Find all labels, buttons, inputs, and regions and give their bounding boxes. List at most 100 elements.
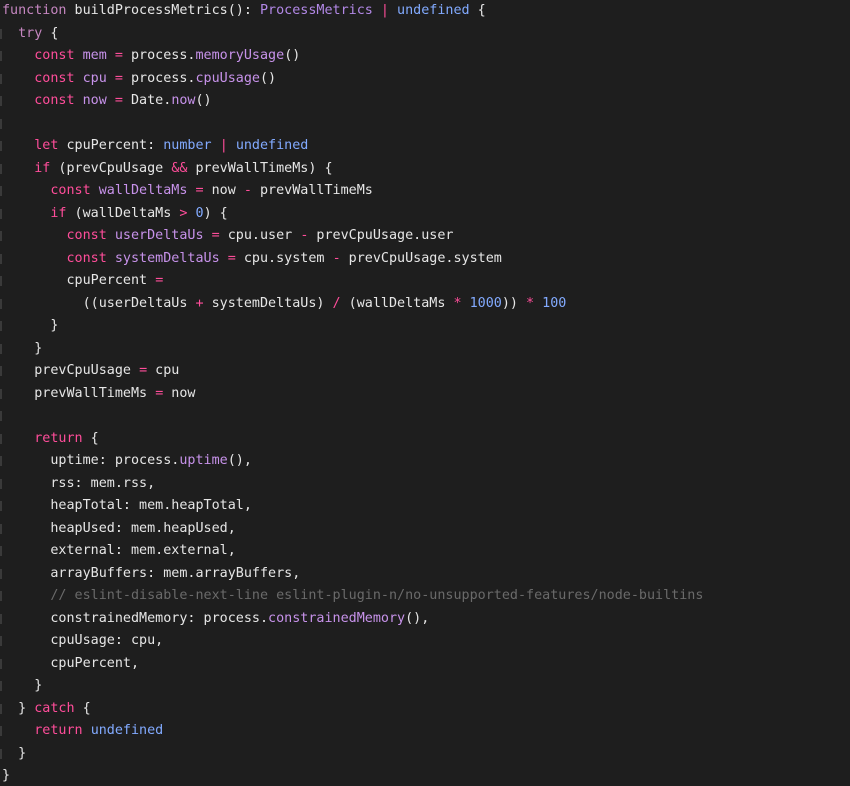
code-token-decl: if [34, 160, 51, 176]
code-token-plain: } [2, 318, 59, 333]
code-line[interactable]: const mem = process.memoryUsage() [2, 45, 703, 68]
code-token-plain: cpuPercent: [58, 138, 164, 153]
code-token-keyword: function [2, 3, 67, 18]
code-token-plain: )) [501, 295, 527, 311]
code-token-decl: const [34, 93, 75, 108]
code-line[interactable]: } [2, 315, 703, 338]
code-editor[interactable]: function buildProcessMetrics(): ProcessM… [0, 0, 850, 786]
code-token-plain: { [82, 430, 99, 446]
code-token-op: | [380, 3, 389, 18]
code-line[interactable] [2, 405, 703, 428]
code-token-plain: cpu [147, 363, 180, 378]
code-token-op: = [114, 93, 123, 108]
code-block[interactable]: function buildProcessMetrics(): ProcessM… [2, 0, 703, 786]
code-line[interactable]: uptime: process.uptime(), [2, 450, 703, 473]
code-token-fn: uptime [179, 453, 228, 468]
code-line[interactable]: constrainedMemory: process.constrainedMe… [2, 608, 703, 631]
code-line[interactable]: } [2, 675, 703, 698]
code-token-op: = [211, 228, 220, 243]
code-line[interactable]: cpuPercent, [2, 653, 703, 676]
code-token-decl: const [34, 48, 75, 63]
code-token-plain: (), [405, 610, 430, 626]
code-line[interactable]: prevWallTimeMs = now [2, 383, 703, 406]
code-line[interactable]: return undefined [2, 720, 703, 743]
code-line[interactable]: external: mem.external, [2, 540, 703, 563]
code-line[interactable]: const systemDeltaUs = cpu.system - prevC… [2, 248, 703, 271]
code-line[interactable] [2, 113, 703, 136]
code-line[interactable]: let cpuPercent: number | undefined [2, 135, 703, 158]
code-line[interactable]: const userDeltaUs = cpu.user - prevCpuUs… [2, 225, 703, 248]
code-token-op: / [332, 295, 341, 311]
code-line[interactable]: // eslint-disable-next-line eslint-plugi… [2, 585, 703, 608]
code-token-op: * [526, 295, 535, 311]
code-line[interactable]: return { [2, 428, 703, 451]
code-token-plain: ) { [203, 205, 228, 221]
code-token-plain: (prevCpuUsage [50, 160, 172, 176]
code-token-plain: } [2, 768, 11, 783]
code-line[interactable]: prevCpuUsage = cpu [2, 360, 703, 383]
code-token-op: - [243, 183, 252, 198]
code-token-plain: external: mem.external, [2, 543, 236, 558]
code-line[interactable]: if (prevCpuUsage && prevWallTimeMs) { [2, 158, 703, 181]
code-token-fn: now [171, 93, 196, 108]
code-token-plain: } [2, 745, 27, 761]
code-token-plain: prevWallTimeMs) { [187, 160, 333, 176]
code-line[interactable]: } [2, 765, 703, 786]
code-line[interactable]: rss: mem.rss, [2, 473, 703, 496]
code-line[interactable]: const now = Date.now() [2, 90, 703, 113]
code-token-plain: heapUsed: mem.heapUsed, [2, 520, 236, 536]
code-token-plain: () [195, 93, 212, 108]
code-token-op: = [114, 48, 123, 63]
code-token-plain: Date. [122, 93, 172, 108]
code-line[interactable]: function buildProcessMetrics(): ProcessM… [2, 0, 703, 23]
code-line[interactable]: } [2, 743, 703, 766]
code-line[interactable]: cpuUsage: cpu, [2, 630, 703, 653]
code-token-plain: now [163, 385, 196, 401]
code-token-plain: cpuPercent [2, 273, 156, 288]
code-line[interactable]: } catch { [2, 698, 703, 721]
code-token-plain: cpu.system [235, 250, 333, 266]
code-line[interactable]: try { [2, 23, 703, 46]
code-token-op: * [453, 295, 462, 311]
code-line[interactable]: cpuPercent = [2, 270, 703, 293]
code-token-plain: { [42, 25, 59, 41]
code-token-plain: cpu.user [219, 228, 301, 243]
code-token-op: && [171, 160, 188, 176]
code-token-fn: constrainedMemory [268, 610, 406, 626]
code-line[interactable]: arrayBuffers: mem.arrayBuffers, [2, 563, 703, 586]
code-token-num: 0 [195, 205, 204, 221]
code-token-var: mem [82, 48, 107, 63]
code-token-var: cpu [82, 70, 107, 86]
code-line[interactable]: const cpu = process.cpuUsage() [2, 68, 703, 91]
code-line[interactable]: ((userDeltaUs + systemDeltaUs) / (wallDe… [2, 293, 703, 316]
code-line[interactable]: } [2, 338, 703, 361]
code-token-builtin: undefined [90, 723, 164, 738]
code-line[interactable]: if (wallDeltaMs > 0) { [2, 203, 703, 226]
code-token-plain: now [203, 183, 244, 198]
code-token-decl: const [50, 183, 91, 198]
code-token-var: wallDeltaMs [98, 183, 188, 198]
code-token-decl: if [50, 205, 67, 221]
code-line[interactable]: heapUsed: mem.heapUsed, [2, 518, 703, 541]
code-token-plain: } [2, 700, 35, 716]
code-token-fn: memoryUsage [195, 48, 285, 63]
code-token-plain: { [74, 700, 91, 716]
code-line[interactable]: heapTotal: mem.heapTotal, [2, 495, 703, 518]
code-line[interactable]: const wallDeltaMs = now - prevWallTimeMs [2, 180, 703, 203]
code-token-plain: heapTotal: mem.heapTotal, [2, 498, 252, 513]
